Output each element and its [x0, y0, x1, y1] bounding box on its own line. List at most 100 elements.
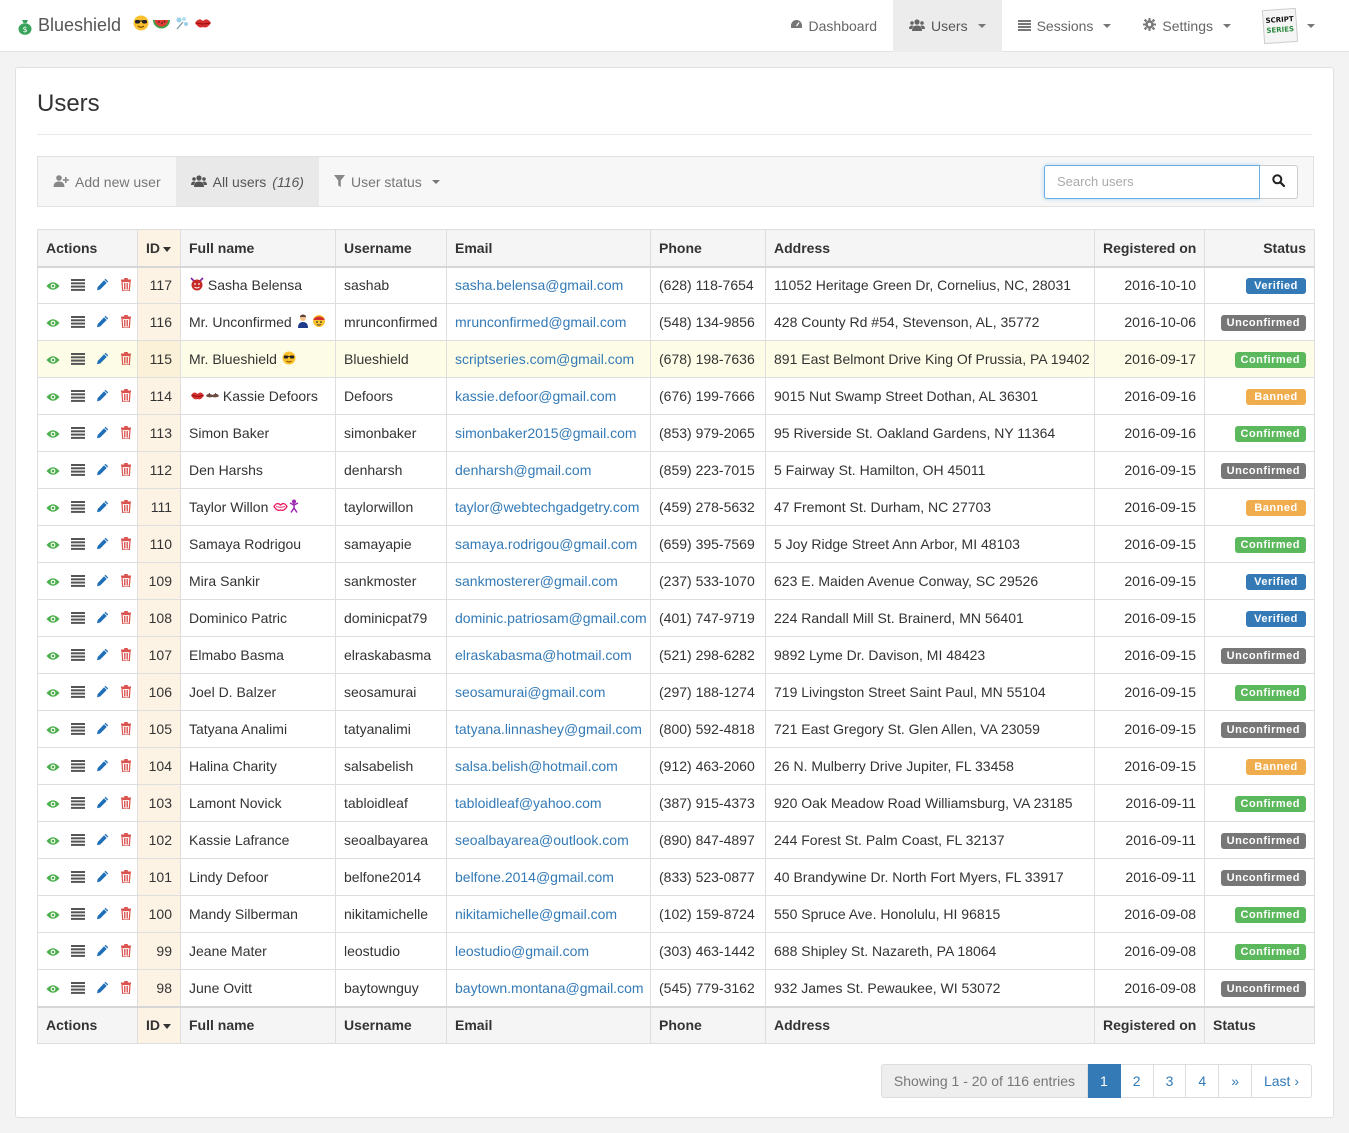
delete-trash-icon[interactable]	[120, 833, 132, 847]
details-list-icon[interactable]	[71, 463, 85, 477]
email-link[interactable]: elraskabasma@hotmail.com	[455, 647, 632, 663]
column-header-username[interactable]: Username	[335, 229, 447, 268]
edit-pencil-icon[interactable]	[96, 685, 109, 699]
delete-trash-icon[interactable]	[120, 980, 132, 995]
details-list-icon[interactable]	[71, 796, 85, 810]
column-header-email[interactable]: Email	[446, 229, 651, 268]
edit-pencil-icon[interactable]	[96, 870, 109, 884]
details-list-icon[interactable]	[71, 352, 85, 366]
nav-profile[interactable]: SCRIPT SERIES	[1247, 0, 1331, 52]
view-eye-icon[interactable]	[46, 648, 60, 662]
details-list-icon[interactable]	[71, 537, 85, 551]
email-link[interactable]: tabloidleaf@yahoo.com	[455, 795, 602, 811]
view-eye-icon[interactable]	[46, 537, 60, 551]
delete-trash-icon[interactable]	[120, 796, 132, 810]
edit-pencil-icon[interactable]	[96, 981, 109, 995]
view-eye-icon[interactable]	[46, 722, 60, 736]
page-3-button[interactable]: 3	[1153, 1064, 1187, 1098]
view-eye-icon[interactable]	[46, 870, 60, 884]
table-row[interactable]: 99 Jeane Mater leostudio leostudio@gmail.co…	[37, 932, 1315, 970]
delete-trash-icon[interactable]	[120, 500, 132, 514]
table-row[interactable]: 105 Tatyana Analimi tatyanalimi tatyana.lin…	[37, 710, 1315, 748]
email-link[interactable]: sankmosterer@gmail.com	[455, 573, 618, 589]
column-header-phone[interactable]: Phone	[650, 229, 766, 268]
column-header-registered-on[interactable]: Registered on	[1094, 229, 1205, 268]
details-list-icon[interactable]	[71, 315, 85, 329]
last-page-button[interactable]: Last ›	[1251, 1064, 1312, 1098]
table-row[interactable]: 106 Joel D. Balzer seosamurai seosamurai@gm…	[37, 673, 1315, 711]
table-row[interactable]: 109 Mira Sankir sankmoster sankmosterer@gma…	[37, 562, 1315, 600]
footer-header-address[interactable]: Address	[765, 1005, 1095, 1044]
details-list-icon[interactable]	[71, 611, 85, 625]
email-link[interactable]: mrunconfirmed@gmail.com	[455, 314, 626, 330]
details-list-icon[interactable]	[71, 648, 85, 662]
details-list-icon[interactable]	[71, 870, 85, 884]
edit-pencil-icon[interactable]	[96, 463, 109, 477]
email-link[interactable]: sasha.belensa@gmail.com	[455, 277, 623, 293]
table-row[interactable]: 116 Mr. Unconfirmed mrunconfirmed mrunconf…	[37, 303, 1315, 341]
details-list-icon[interactable]	[71, 278, 85, 292]
edit-pencil-icon[interactable]	[96, 722, 109, 736]
column-header-id[interactable]: ID	[137, 229, 181, 268]
email-link[interactable]: taylor@webtechgadgetry.com	[455, 499, 639, 515]
next-page-button[interactable]: »	[1219, 1064, 1252, 1098]
footer-header-id[interactable]: ID	[137, 1005, 181, 1044]
page-2-button[interactable]: 2	[1120, 1064, 1154, 1098]
column-header-status[interactable]: Status	[1204, 229, 1315, 268]
edit-pencil-icon[interactable]	[96, 944, 109, 958]
column-header-address[interactable]: Address	[765, 229, 1095, 268]
view-eye-icon[interactable]	[46, 685, 60, 699]
view-eye-icon[interactable]	[46, 352, 60, 366]
edit-pencil-icon[interactable]	[96, 278, 109, 292]
email-link[interactable]: kassie.defoor@gmail.com	[455, 388, 616, 404]
edit-pencil-icon[interactable]	[96, 426, 109, 440]
nav-users[interactable]: Users	[893, 0, 1002, 52]
table-row[interactable]: 112 Den Harshs denharsh denharsh@gmail.com (…	[37, 451, 1315, 489]
brand[interactable]: $ Blueshield	[18, 15, 212, 36]
table-row[interactable]: 107 Elmabo Basma elraskabasma elraskabasma@…	[37, 636, 1315, 674]
delete-trash-icon[interactable]	[120, 426, 132, 440]
tab-all-users[interactable]: All users (116)	[175, 157, 319, 206]
email-link[interactable]: leostudio@gmail.com	[455, 943, 589, 959]
table-row[interactable]: 98 June Ovitt baytownguy baytown.montana@gm…	[37, 969, 1315, 1007]
details-list-icon[interactable]	[71, 833, 85, 847]
table-row[interactable]: 113 Simon Baker simonbaker simonbaker2015@g…	[37, 414, 1315, 452]
details-list-icon[interactable]	[71, 389, 85, 403]
details-list-icon[interactable]	[71, 981, 85, 995]
details-list-icon[interactable]	[71, 685, 85, 699]
table-row[interactable]: 103 Lamont Novick tabloidleaf tabloidleaf@y…	[37, 784, 1315, 822]
table-row[interactable]: 102 Kassie Lafrance seoalbayarea seoalbayar…	[37, 821, 1315, 859]
email-link[interactable]: denharsh@gmail.com	[455, 462, 591, 478]
delete-trash-icon[interactable]	[120, 315, 132, 329]
email-link[interactable]: scriptseries.com@gmail.com	[455, 351, 634, 367]
edit-pencil-icon[interactable]	[96, 611, 109, 625]
view-eye-icon[interactable]	[46, 796, 60, 810]
email-link[interactable]: simonbaker2015@gmail.com	[455, 425, 637, 441]
delete-trash-icon[interactable]	[120, 870, 132, 884]
edit-pencil-icon[interactable]	[96, 352, 109, 366]
footer-header-email[interactable]: Email	[446, 1005, 651, 1044]
view-eye-icon[interactable]	[46, 278, 60, 292]
view-eye-icon[interactable]	[46, 500, 60, 514]
delete-trash-icon[interactable]	[120, 611, 132, 625]
view-eye-icon[interactable]	[46, 833, 60, 847]
view-eye-icon[interactable]	[46, 463, 60, 477]
delete-trash-icon[interactable]	[120, 722, 132, 736]
delete-trash-icon[interactable]	[120, 278, 132, 292]
delete-trash-icon[interactable]	[120, 537, 132, 551]
email-link[interactable]: nikitamichelle@gmail.com	[455, 906, 617, 922]
table-row[interactable]: 110 Samaya Rodrigou samayapie samaya.rodrig…	[37, 525, 1315, 563]
view-eye-icon[interactable]	[46, 907, 60, 921]
footer-header-phone[interactable]: Phone	[650, 1005, 766, 1044]
search-input[interactable]	[1044, 164, 1260, 199]
email-link[interactable]: belfone.2014@gmail.com	[455, 869, 614, 885]
footer-header-username[interactable]: Username	[335, 1005, 447, 1044]
email-link[interactable]: baytown.montana@gmail.com	[455, 980, 644, 996]
search-button[interactable]	[1260, 164, 1298, 199]
footer-header-registered-on[interactable]: Registered on	[1094, 1005, 1205, 1044]
view-eye-icon[interactable]	[46, 611, 60, 625]
nav-sessions[interactable]: Sessions	[1002, 0, 1128, 52]
table-row[interactable]: 117 Sasha Belensa sashab sasha.belensa@gma…	[37, 266, 1315, 304]
edit-pencil-icon[interactable]	[96, 648, 109, 662]
view-eye-icon[interactable]	[46, 944, 60, 958]
